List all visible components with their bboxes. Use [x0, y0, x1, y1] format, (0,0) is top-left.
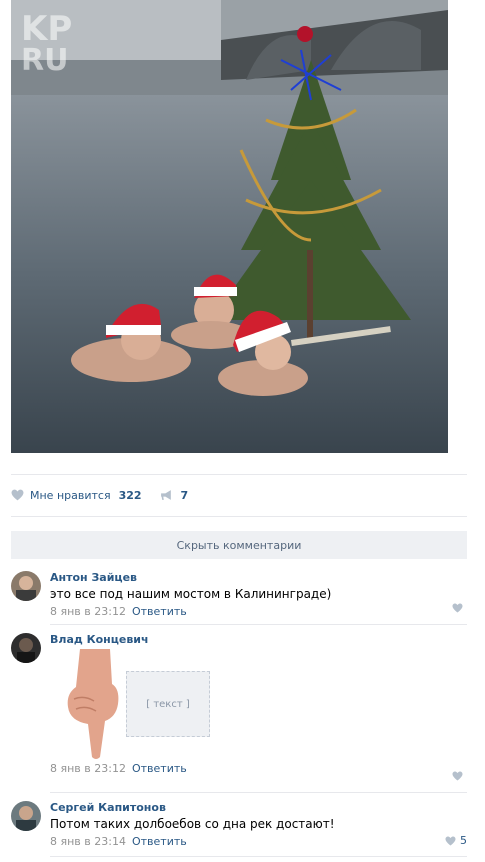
- comment: Сергей Капитонов Потом таких долбоебов с…: [11, 801, 467, 851]
- heart-icon: [11, 489, 24, 501]
- hide-comments-button[interactable]: Скрыть комментарии: [11, 531, 467, 559]
- reply-link[interactable]: Ответить: [132, 835, 187, 848]
- comment-author[interactable]: Влад Концевич: [50, 633, 467, 647]
- comment-text: Потом таких долбоебов со дна рек достают…: [50, 817, 335, 831]
- heart-icon: [445, 835, 456, 846]
- share-count: 7: [180, 488, 189, 502]
- megaphone-icon: [160, 490, 171, 500]
- comment-time[interactable]: 8 янв в 23:12: [50, 762, 126, 775]
- avatar[interactable]: [11, 633, 41, 663]
- comment-author[interactable]: Антон Зайцев: [50, 571, 467, 585]
- like-label: Мне нравится: [30, 488, 111, 502]
- avatar[interactable]: [11, 571, 41, 601]
- comment-like-button[interactable]: [452, 771, 467, 781]
- heart-icon: [452, 771, 463, 781]
- divider: [11, 516, 467, 517]
- like-count: 322: [118, 488, 142, 502]
- comment-meta: 8 янв в 23:12 Ответить: [50, 761, 467, 777]
- comment-time[interactable]: 8 янв в 23:12: [50, 605, 126, 618]
- comment-meta: 8 янв в 23:12 Ответить: [50, 604, 467, 620]
- comment-time[interactable]: 8 янв в 23:14: [50, 835, 126, 848]
- avatar[interactable]: [11, 801, 41, 831]
- comment-text: это все под нашим мостом в Калининграде): [50, 587, 332, 601]
- comment-like-count: 5: [460, 834, 467, 847]
- post-actions: Мне нравится 322 7: [11, 485, 206, 505]
- post-photo[interactable]: KP RU: [11, 0, 448, 453]
- comment: Антон Зайцев это все под нашим мостом в …: [11, 571, 467, 621]
- divider: [50, 624, 467, 625]
- meme-caption-redacted: [ текст ]: [126, 671, 210, 737]
- comment-author[interactable]: Сергей Капитонов: [50, 801, 467, 815]
- comment-like-button[interactable]: [452, 603, 467, 613]
- comment-image[interactable]: [ текст ]: [50, 649, 210, 759]
- reply-link[interactable]: Ответить: [132, 605, 187, 618]
- divider: [50, 856, 467, 857]
- reply-link[interactable]: Ответить: [132, 762, 187, 775]
- divider: [50, 792, 467, 793]
- divider: [11, 474, 467, 475]
- comment-meta: 8 янв в 23:14 Ответить: [50, 834, 467, 850]
- like-button[interactable]: Мне нравится 322: [11, 489, 142, 502]
- comment-like-button[interactable]: 5: [445, 834, 467, 847]
- share-button[interactable]: 7: [160, 488, 189, 502]
- comment: Влад Концевич [ текст ] 8 янв в 23:12 Отв…: [11, 633, 467, 788]
- heart-icon: [452, 603, 463, 613]
- pointing-hand-image: [67, 649, 119, 759]
- svg-text:RU: RU: [21, 43, 68, 78]
